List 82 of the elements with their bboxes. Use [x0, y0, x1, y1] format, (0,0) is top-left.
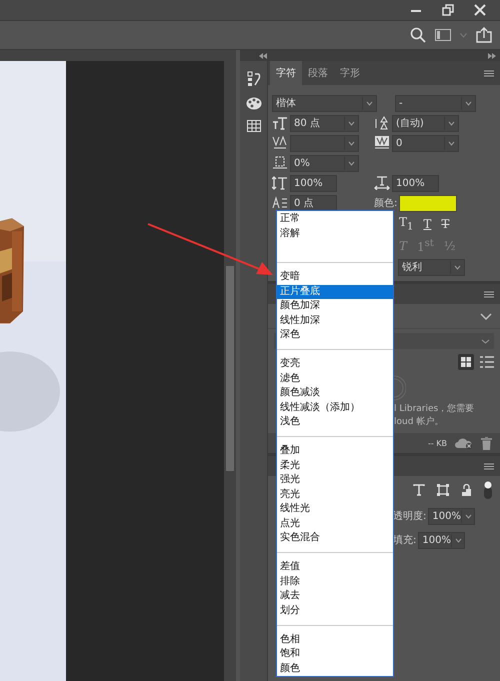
blend-mode-option[interactable]: 正常	[277, 212, 393, 226]
opacity-label: 透明度:	[393, 510, 426, 523]
blend-mode-option[interactable]: 实色混合	[277, 531, 393, 546]
menu-icon[interactable]	[484, 290, 494, 298]
vertical-scale-icon	[272, 176, 288, 190]
expand-icon[interactable]	[488, 52, 496, 58]
storage-size: -- KB	[428, 438, 447, 448]
panel-tab[interactable]: 字形	[334, 61, 366, 85]
fill-dropdown[interactable]: 100%	[418, 532, 466, 548]
ring-icon	[394, 375, 406, 401]
blend-mode-option[interactable]: 浅色	[277, 415, 393, 430]
kerning-icon	[272, 136, 288, 150]
font-size-icon	[272, 116, 288, 130]
blend-mode-option[interactable]: 滤色	[277, 372, 393, 386]
scrollbar[interactable]	[224, 61, 236, 681]
panel-tab[interactable]: 字符	[270, 61, 302, 85]
blend-mode-option[interactable]: 颜色减淡	[277, 386, 393, 400]
history-icon[interactable]	[246, 71, 260, 87]
blend-mode-option[interactable]: 变亮	[277, 357, 393, 372]
cloud-icon[interactable]	[455, 437, 473, 449]
menu-icon[interactable]	[484, 462, 494, 470]
blend-mode-option[interactable]: 划分	[277, 604, 393, 618]
tracking-icon	[374, 136, 390, 150]
libraries-message: l Libraries，您需要 loud 帐户。	[394, 403, 474, 429]
text-style-button[interactable]: T$_{1}$	[396, 215, 416, 233]
font-size-dropdown[interactable]: 80 点	[290, 114, 359, 132]
search-icon[interactable]	[410, 27, 426, 43]
brush-icon[interactable]	[484, 481, 492, 499]
blend-mode-option[interactable]: 点光	[277, 516, 393, 531]
text-style-button[interactable]: T	[420, 217, 434, 231]
blend-mode-option[interactable]: 变暗	[277, 270, 393, 284]
trash-icon[interactable]	[481, 436, 492, 450]
chevron-icon	[481, 338, 490, 344]
blend-mode-option[interactable]: 深色	[277, 328, 393, 342]
blend-mode-option[interactable]: 溶解	[277, 226, 393, 241]
chevron-icon[interactable]	[480, 312, 492, 320]
blend-mode-option[interactable]: 减去	[277, 589, 393, 604]
lock-icon[interactable]	[461, 484, 472, 496]
fill-label: 填充:	[393, 534, 416, 547]
opacity-dropdown[interactable]: 100%	[428, 508, 476, 524]
share-icon[interactable]	[476, 27, 492, 43]
font-style-dropdown[interactable]: -	[395, 94, 476, 112]
color-label: 颜色:	[374, 196, 398, 210]
panel-tab[interactable]: 段落	[302, 61, 334, 85]
blend-mode-option[interactable]: 叠加	[277, 444, 393, 458]
blend-mode-option[interactable]: 色相	[277, 632, 393, 647]
palette-icon[interactable]	[246, 97, 262, 110]
blend-mode-option[interactable]: 线性加深	[277, 314, 393, 328]
baseline-shift-field[interactable]: 0 点	[290, 194, 337, 212]
collapse-icon[interactable]	[259, 52, 267, 58]
font-family-dropdown[interactable]: 楷体	[272, 94, 377, 112]
restore-icon[interactable]	[442, 4, 454, 16]
vertical-scale-field[interactable]: 100%	[290, 174, 337, 192]
blend-mode-option[interactable]: 强光	[277, 473, 393, 488]
blend-mode-option[interactable]: 亮光	[277, 488, 393, 502]
leading-dropdown[interactable]: (自动)	[392, 114, 459, 132]
tsume-icon	[272, 156, 288, 170]
horizontal-scale-field[interactable]: 100%	[392, 174, 439, 192]
type-layer-icon[interactable]	[413, 484, 425, 496]
blend-mode-option[interactable]: 差值	[277, 560, 393, 574]
text-style-button[interactable]: T	[438, 217, 452, 231]
tracking-dropdown[interactable]: 0	[392, 134, 459, 152]
blend-mode-option[interactable]: 排除	[277, 574, 393, 589]
workspace-icon[interactable]	[435, 29, 451, 41]
table-icon[interactable]	[246, 120, 260, 132]
blend-mode-option[interactable]: 线性光	[277, 502, 393, 516]
blend-mode-option[interactable]: 线性减淡（添加）	[277, 400, 393, 415]
blend-mode-option[interactable]: 颜色	[277, 662, 393, 676]
list-view-icon[interactable]	[480, 356, 494, 368]
color-swatch[interactable]	[399, 194, 458, 212]
leading-icon	[374, 116, 390, 130]
blend-mode-option[interactable]: 正片叠底	[277, 284, 393, 299]
antialias-dropdown[interactable]: 锐利	[398, 258, 465, 276]
grid-view-icon[interactable]	[458, 354, 474, 370]
transform-icon[interactable]	[437, 484, 449, 496]
horizontal-scale-icon	[374, 176, 390, 190]
blend-mode-option[interactable]: 颜色加深	[277, 299, 393, 314]
menu-icon[interactable]	[484, 70, 494, 76]
close-icon[interactable]	[474, 4, 486, 16]
blend-mode-option[interactable]: 饱和	[277, 647, 393, 662]
baseline-shift-icon	[272, 196, 288, 210]
tsume-dropdown[interactable]: 0%	[290, 154, 359, 172]
